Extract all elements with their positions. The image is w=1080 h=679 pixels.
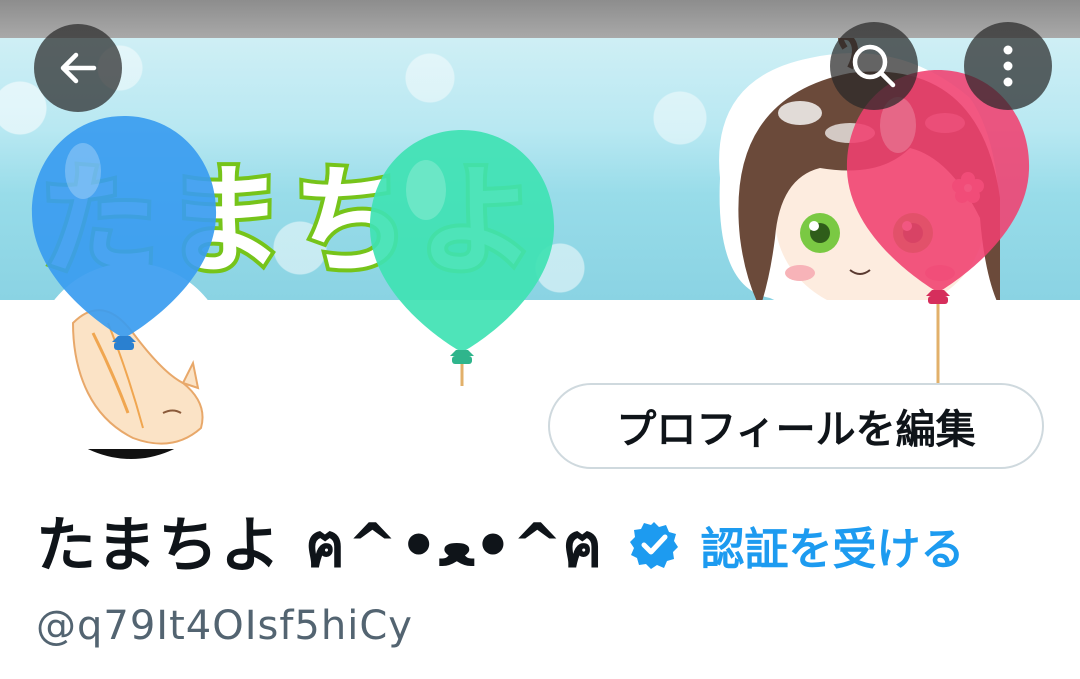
more-vertical-icon <box>1003 45 1013 87</box>
pink-balloon-decoration <box>846 70 1030 386</box>
search-button[interactable] <box>830 22 918 110</box>
get-verified-link[interactable]: 認証を受ける <box>701 513 965 577</box>
search-icon <box>852 44 896 88</box>
blue-balloon-decoration <box>31 116 217 350</box>
edit-profile-button[interactable]: プロフィールを編集 <box>548 383 1044 469</box>
arrow-left-icon <box>60 52 97 84</box>
status-bar <box>0 0 1080 38</box>
profile-handle: @q79It4OIsf5hiCy <box>36 603 413 649</box>
profile-name-row: たまちよ ฅ^•ﻌ•^ฅ 認証を受ける <box>36 505 965 585</box>
profile-screen: た ま ち よ <box>0 0 1080 679</box>
back-button[interactable] <box>34 24 122 112</box>
verified-badge-icon[interactable] <box>629 520 679 570</box>
edit-profile-label: プロフィールを編集 <box>616 407 976 453</box>
display-name: たまちよ ฅ^•ﻌ•^ฅ <box>36 511 605 581</box>
green-balloon-decoration <box>369 130 555 386</box>
more-button[interactable] <box>964 22 1052 110</box>
